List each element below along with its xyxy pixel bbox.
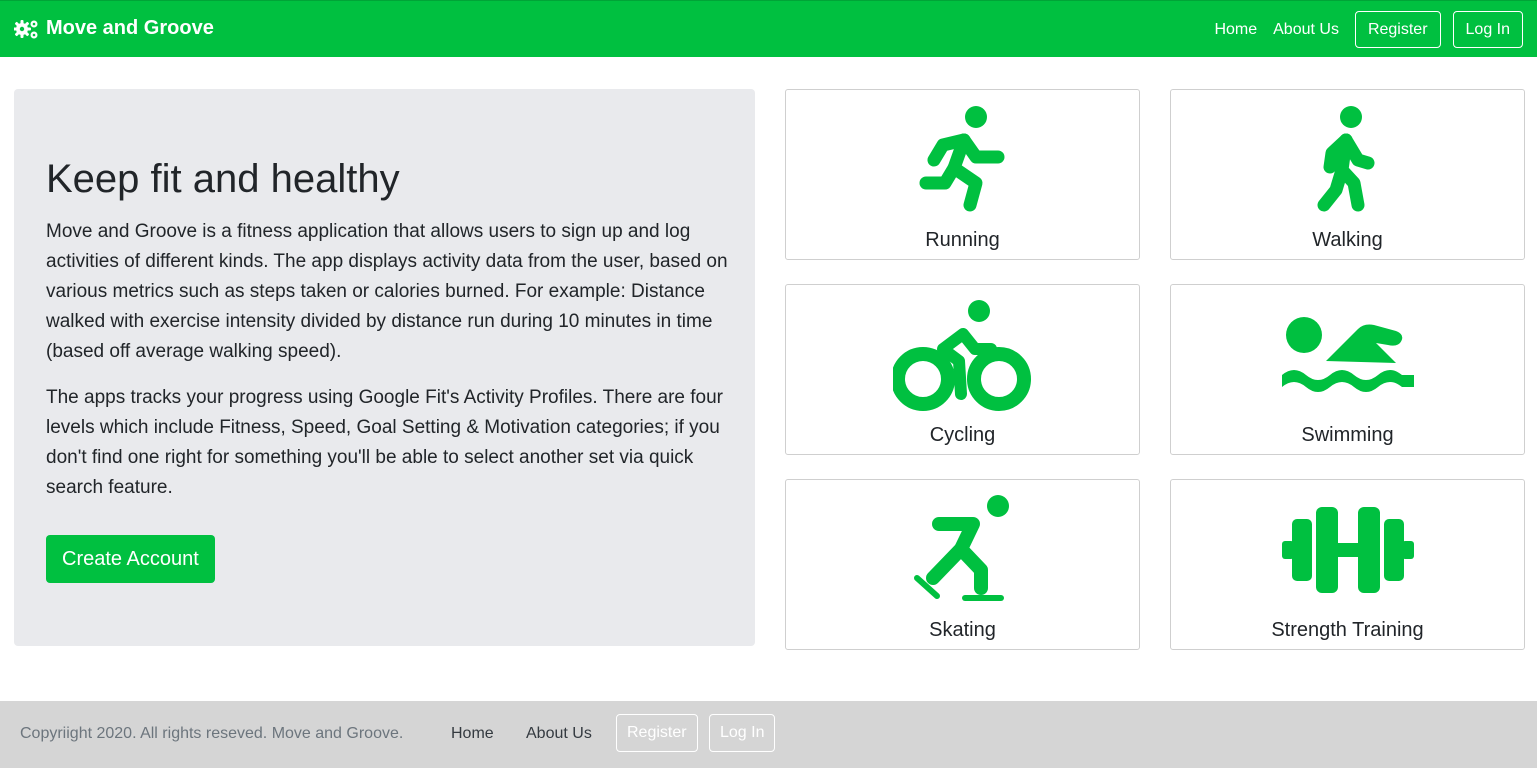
activity-label: Walking [1312, 229, 1383, 251]
skating-icon [913, 494, 1009, 601]
hero-paragraph-1: Move and Groove is a fitness application… [46, 221, 728, 362]
activity-card-swimming[interactable]: Swimming [1170, 284, 1525, 455]
hero-title: Keep fit and healthy [46, 157, 400, 201]
navbar: Move and Groove Home About Us Register L… [0, 0, 1537, 57]
activity-card-skating[interactable]: Skating [785, 479, 1140, 650]
gears-icon [14, 19, 38, 38]
nav-register-button[interactable]: Register [1354, 11, 1441, 48]
footer-login-button[interactable]: Log In [709, 714, 776, 752]
activity-card-strength[interactable]: Strength Training [1170, 479, 1525, 650]
activity-label: Running [925, 229, 1000, 251]
nav-about-link[interactable]: About Us [1273, 21, 1339, 39]
nav-menu: Home About Us Register Log In [1214, 11, 1523, 48]
footer-home-link[interactable]: Home [451, 725, 494, 743]
running-icon [919, 105, 1004, 211]
hero-panel: Keep fit and healthy Move and Groove is … [14, 89, 755, 646]
copyright-text: Copyriight 2020. All rights reseved. Mov… [20, 725, 404, 742]
brand-name: Move and Groove [46, 17, 214, 39]
create-account-button[interactable]: Create Account [46, 535, 215, 583]
nav-login-button[interactable]: Log In [1452, 11, 1523, 48]
biking-icon [892, 299, 1031, 411]
footer-about-link[interactable]: About Us [526, 725, 592, 743]
activity-card-cycling[interactable]: Cycling [785, 284, 1140, 455]
activity-label: Cycling [929, 424, 996, 446]
activity-label: Swimming [1301, 424, 1394, 446]
nav-home-link[interactable]: Home [1214, 21, 1257, 39]
activity-label: Strength Training [1271, 619, 1424, 641]
brand-link[interactable]: Move and Groove [14, 17, 214, 40]
walking-icon [1317, 105, 1374, 211]
swimmer-icon [1281, 316, 1414, 392]
dumbbell-icon [1281, 506, 1414, 593]
activity-card-running[interactable]: Running [785, 89, 1140, 260]
footer: Copyriight 2020. All rights reseved. Mov… [0, 701, 1537, 768]
activity-card-walking[interactable]: Walking [1170, 89, 1525, 260]
footer-register-button[interactable]: Register [616, 714, 698, 752]
hero-paragraph-2: The apps tracks your progress using Goog… [46, 387, 724, 498]
activity-label: Skating [929, 619, 996, 641]
